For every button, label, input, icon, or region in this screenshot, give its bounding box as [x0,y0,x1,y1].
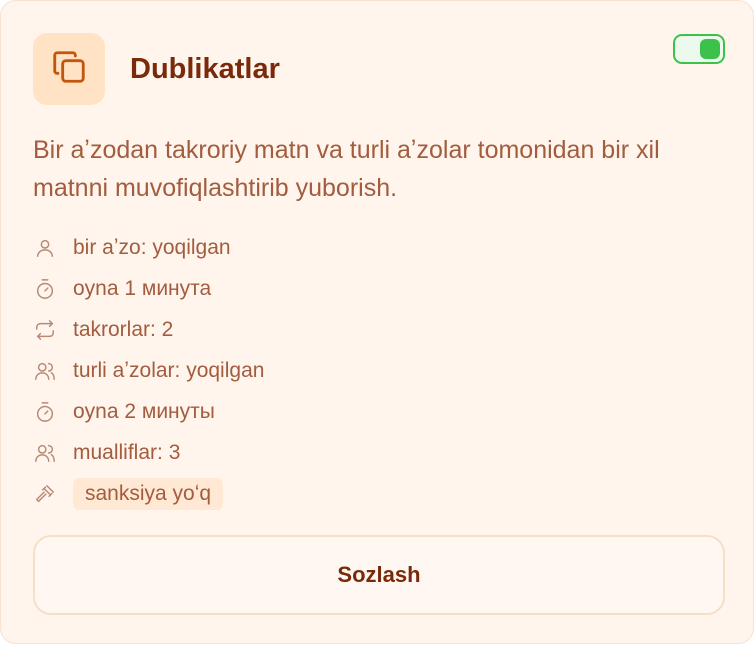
settings-button[interactable]: Sozlash [33,535,725,615]
meta-item-window-2: oyna 2 минуты [33,391,264,432]
card-title: Dublikatlar [130,53,280,85]
meta-text: oyna 1 минута [73,276,212,300]
meta-item-window-1: oyna 1 минута [33,268,264,309]
users-icon [33,359,57,383]
card-description: Bir aʼzodan takroriy matn va turli aʼzol… [33,136,660,202]
timer-icon [33,400,57,424]
meta-item-authors: mualliflar: 3 [33,432,264,473]
meta-text: mualliflar: 3 [73,440,181,464]
meta-item-different-members: turli aʼzolar: yoqilgan [33,350,264,391]
toggle-knob [700,39,720,59]
meta-item-sanction: sanksiya yoʻq [33,473,264,514]
user-icon [33,236,57,260]
meta-text: takrorlar: 2 [73,317,174,341]
meta-item-single-member: bir aʼzo: yoqilgan [33,227,264,268]
sanction-badge: sanksiya yoʻq [73,477,224,510]
repeat-icon [33,318,57,342]
meta-list: bir aʼzo: yoqilgan oyna 1 минута takrorl… [33,227,264,514]
meta-text: bir aʼzo: yoqilgan [73,235,231,259]
meta-text: turli aʼzolar: yoqilgan [73,358,265,382]
timer-icon [33,277,57,301]
gavel-icon [33,482,57,506]
meta-text: oyna 2 минуты [73,399,215,423]
card-icon-box [33,33,105,105]
meta-item-repeats: takrorlar: 2 [33,309,264,350]
copy-icon [50,48,88,91]
enable-toggle[interactable] [673,34,725,64]
duplicates-card: Dublikatlar Bir aʼzodan takroriy matn va… [0,0,754,644]
users-icon [33,441,57,465]
